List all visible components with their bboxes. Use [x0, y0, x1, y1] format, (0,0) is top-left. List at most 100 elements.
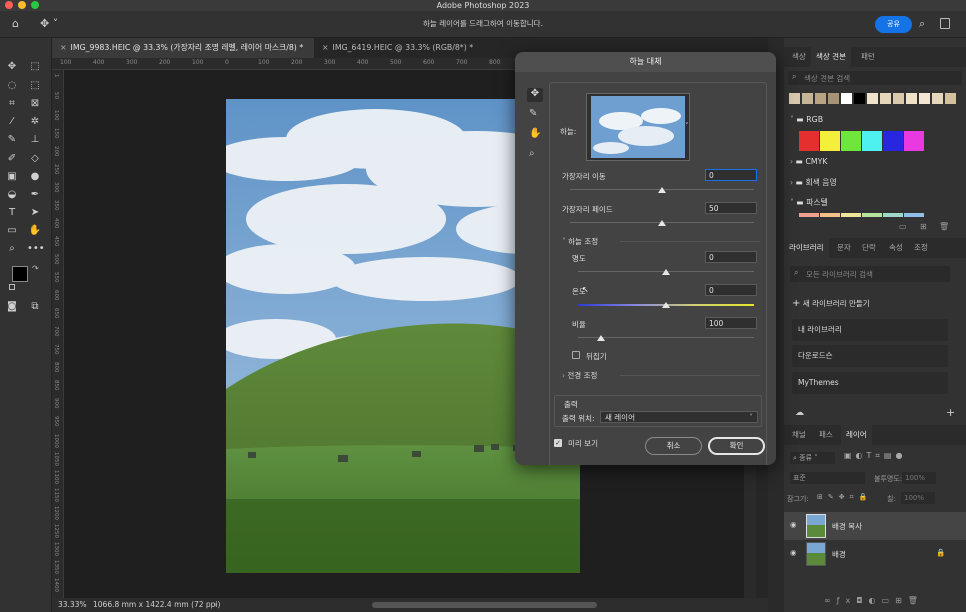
history-brush-tool-icon[interactable]: ✐ [4, 152, 20, 166]
sky-preset-picker[interactable]: ˅ [586, 93, 690, 161]
color-swatch[interactable] [932, 93, 943, 104]
tab-patterns[interactable]: 패턴 [856, 47, 880, 67]
tab-adjustments[interactable]: 조정 [909, 238, 933, 258]
horizontal-scrollbar[interactable] [372, 602, 597, 608]
color-swatch[interactable] [841, 213, 861, 217]
fill-input[interactable]: 100% [901, 492, 935, 504]
new-library-button[interactable]: + 새 라이브러리 만들기 [792, 298, 870, 309]
color-swatch[interactable] [820, 213, 840, 217]
tab-libraries[interactable]: 라이브러리 [784, 238, 829, 258]
rectangle-tool-icon[interactable]: ▭ [4, 224, 20, 238]
edge-shift-input[interactable]: 0 [705, 169, 757, 181]
close-tab-icon[interactable]: × [60, 43, 67, 52]
scale-input[interactable]: 100 [705, 317, 757, 329]
hand-tool-icon[interactable]: ✋ [529, 128, 541, 139]
tab-img-9983[interactable]: × IMG_9983.HEIC @ 33.3% (가장자리 조명 레벨, 레이어 … [52, 38, 314, 58]
tab-channels[interactable]: 채널 [787, 425, 811, 445]
new-swatch-icon[interactable]: ⊞ [920, 222, 927, 231]
layer-filter-select[interactable]: ⌕ 종류 ˅ [790, 452, 835, 464]
more-tools-icon[interactable]: ••• [27, 242, 45, 256]
library-item[interactable]: MyThemes [792, 372, 948, 394]
zoom-tool-icon[interactable]: ⌕ [4, 242, 20, 256]
object-selection-tool-icon[interactable]: ⬚ [27, 79, 43, 93]
layer-row[interactable]: ◉ 배경 복사 [784, 512, 966, 540]
share-button[interactable]: 공유 [875, 16, 912, 33]
default-colors-icon[interactable] [9, 284, 15, 290]
color-swatch[interactable] [893, 93, 904, 104]
chevron-right-icon[interactable]: › [214, 598, 217, 612]
library-item[interactable]: 내 라이브러리 [792, 319, 948, 341]
color-swatch[interactable] [828, 93, 839, 104]
layer-action-icons[interactable]: ∞ƒx◘◐▭⊞🗑 [824, 596, 924, 605]
color-swatch[interactable] [789, 93, 800, 104]
pen-tool-icon[interactable]: ✒ [27, 188, 43, 202]
path-selection-tool-icon[interactable]: ➤ [27, 206, 43, 220]
preview-checkbox[interactable]: ✓ [554, 439, 562, 447]
close-tab-icon[interactable]: × [322, 43, 329, 52]
color-swatch[interactable] [799, 213, 819, 217]
color-swatch[interactable] [919, 93, 930, 104]
cancel-button[interactable]: 취소 [645, 437, 702, 455]
add-icon[interactable]: + [946, 406, 955, 419]
color-swatch[interactable] [904, 213, 924, 217]
new-group-icon[interactable]: ▭ [899, 222, 907, 231]
tab-color[interactable]: 색상 [787, 47, 811, 67]
color-swatch[interactable] [802, 93, 813, 104]
library-search-input[interactable]: ⌕ 모든 라이브러리 검색 [790, 266, 950, 282]
color-swatch[interactable] [820, 131, 840, 151]
layer-filter-icons[interactable]: ▣◐T⌗▤● [844, 451, 906, 461]
color-swatch[interactable] [841, 93, 852, 104]
brush-tool-icon[interactable]: ✎ [4, 133, 20, 147]
color-swatch[interactable] [854, 93, 865, 104]
color-swatch[interactable] [799, 131, 819, 151]
tab-swatches[interactable]: 색상 견본 [811, 47, 851, 67]
tab-paths[interactable]: 패스 [814, 425, 838, 445]
clone-stamp-tool-icon[interactable]: ⊥ [27, 133, 43, 147]
color-swatch[interactable] [904, 131, 924, 151]
color-swatch[interactable] [862, 213, 882, 217]
foreground-color-swatch[interactable] [12, 266, 28, 282]
flip-checkbox[interactable] [572, 351, 580, 359]
layer-row[interactable]: ◉ 배경 🔒 [784, 540, 966, 568]
color-swatch[interactable] [945, 93, 956, 104]
sky-brush-tool-icon[interactable]: ✎ [529, 108, 537, 119]
eyedropper-tool-icon[interactable]: ⁄ [4, 115, 20, 129]
sky-adjust-section[interactable]: ˅ 하늘 조정 [562, 236, 598, 247]
brightness-input[interactable]: 0 [705, 251, 757, 263]
color-swatch[interactable] [883, 213, 903, 217]
search-icon[interactable]: ⌕ [919, 17, 925, 31]
blend-mode-select[interactable]: 표준 [790, 472, 865, 484]
visibility-eye-icon[interactable]: ◉ [790, 548, 797, 557]
edge-shift-slider-thumb[interactable] [658, 187, 666, 193]
swatch-search-input[interactable]: ⌕ 색상 견본 검색 [788, 71, 962, 85]
color-swatch[interactable] [880, 93, 891, 104]
opacity-input[interactable]: 100% [902, 472, 936, 484]
temperature-input[interactable]: 0 [705, 284, 757, 296]
brightness-slider-thumb[interactable] [662, 269, 670, 275]
sky-move-tool-icon[interactable]: ✥ [527, 88, 543, 102]
color-swatch[interactable] [815, 93, 826, 104]
type-tool-icon[interactable]: T [4, 206, 20, 220]
color-swatch[interactable] [883, 131, 903, 151]
healing-brush-tool-icon[interactable]: ✲ [27, 115, 43, 129]
move-tool-icon[interactable]: ✥ [4, 60, 20, 74]
eraser-tool-icon[interactable]: ◇ [27, 152, 43, 166]
workspace-icon[interactable] [940, 18, 950, 29]
frame-tool-icon[interactable]: ⊠ [27, 97, 43, 111]
tab-paragraph[interactable]: 단락 [857, 238, 881, 258]
zoom-level[interactable]: 33.33% [58, 598, 87, 612]
swatch-group-grayscale[interactable]: › ▬ 회색 음영 [790, 177, 837, 188]
temperature-slider-thumb[interactable] [662, 302, 670, 308]
swatch-group-cmyk[interactable]: › ▬ CMYK [790, 157, 828, 166]
tab-img-6419[interactable]: × IMG_6419.HEIC @ 33.3% (RGB/8*) * [314, 38, 494, 58]
color-swatch[interactable] [841, 131, 861, 151]
lasso-tool-icon[interactable]: ◌ [4, 79, 20, 93]
crop-tool-icon[interactable]: ⌗ [4, 97, 20, 111]
swatch-group-pastel[interactable]: ˅ ▬ 파스텔 [790, 197, 828, 208]
quick-mask-icon[interactable]: ◙ [4, 300, 20, 314]
lock-icons[interactable]: ⊞✎✥⌗🔒 [817, 493, 872, 502]
color-swatch[interactable] [867, 93, 878, 104]
color-swatch[interactable] [862, 131, 882, 151]
swap-colors-icon[interactable]: ↷ [32, 264, 39, 273]
library-item[interactable]: 다운로드슨 [792, 345, 948, 367]
